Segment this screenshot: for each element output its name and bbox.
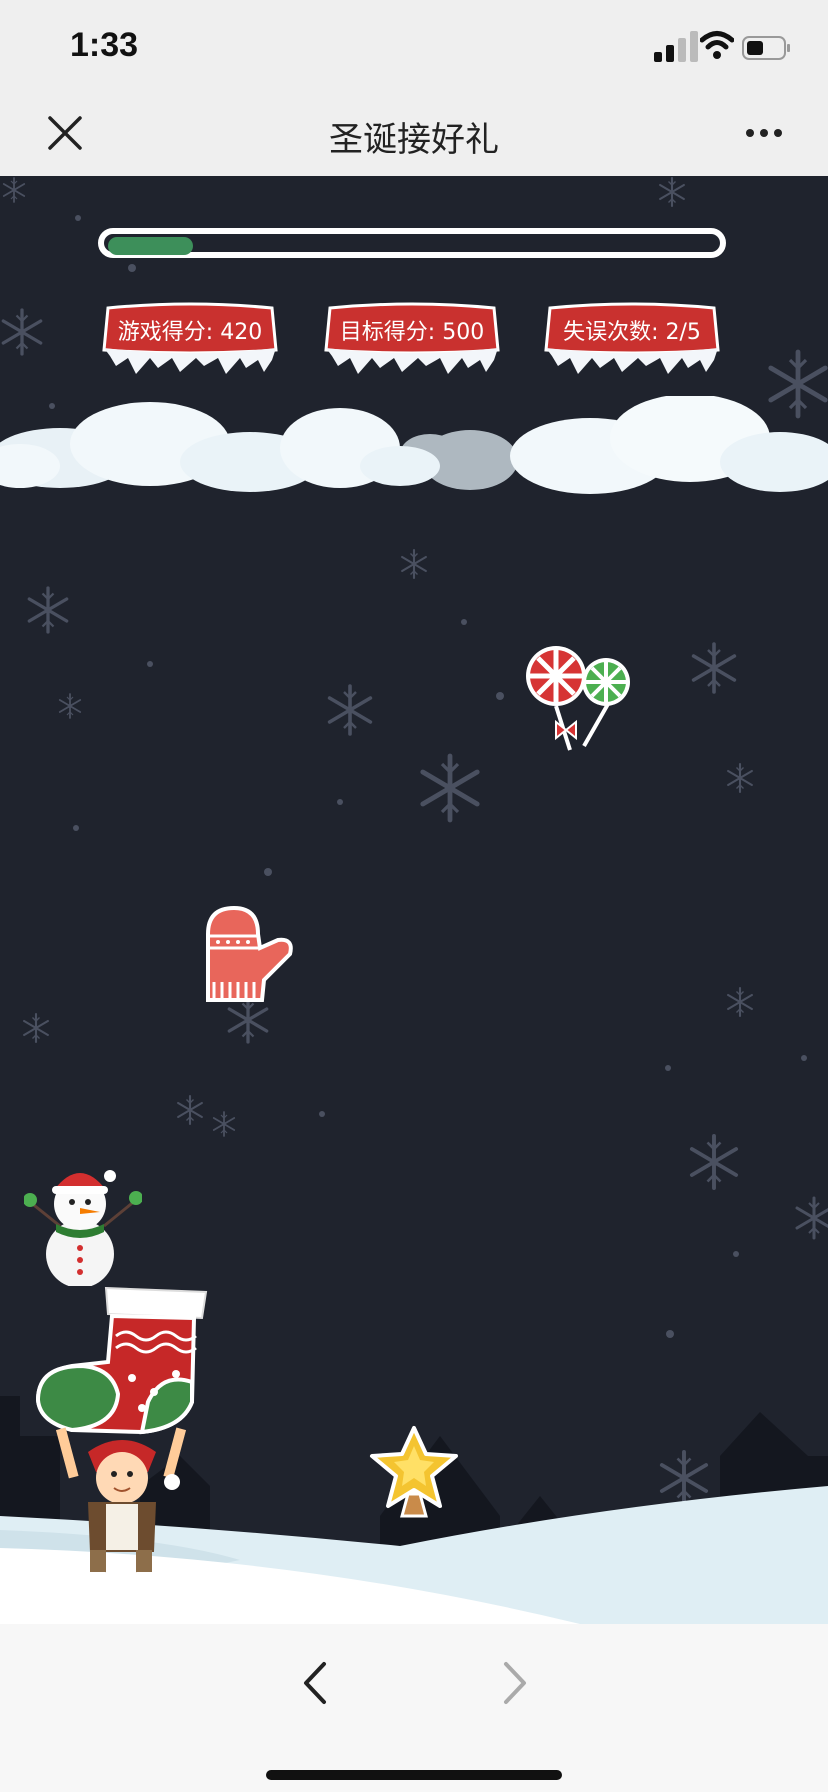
score-badge: 游戏得分: 420 [100, 302, 280, 376]
score-progress-bar [98, 228, 726, 258]
back-arrow-icon[interactable] [296, 1658, 336, 1708]
miss-label: 失误次数: 2/5 [563, 320, 701, 345]
wifi-icon [700, 31, 734, 59]
miss-badge: 失误次数: 2/5 [542, 302, 722, 376]
forward-arrow-icon[interactable] [494, 1658, 534, 1708]
nav-bar: 圣诞接好礼 [0, 96, 828, 176]
more-options-icon[interactable] [744, 118, 784, 148]
page-title: 圣诞接好礼 [329, 120, 499, 160]
star-item [370, 1426, 458, 1518]
score-label: 游戏得分: 420 [117, 320, 263, 345]
lollipops-item [526, 646, 630, 751]
status-bar: 1:33 [0, 0, 828, 96]
browser-toolbar [0, 1624, 828, 1792]
cloud-band [0, 396, 828, 494]
battery-icon [742, 36, 790, 60]
elf-player[interactable] [32, 1282, 216, 1582]
progress-fill [108, 237, 193, 255]
game-stage[interactable]: 游戏得分: 420 目标得分: 500 失误次数: 2/5 [0, 176, 828, 1624]
cellular-signal-icon [654, 31, 698, 62]
target-badge: 目标得分: 500 [322, 302, 502, 376]
status-time: 1:33 [70, 26, 139, 64]
snowman-decoration [24, 1170, 142, 1286]
mitten-item [206, 905, 293, 1002]
target-label: 目标得分: 500 [339, 320, 485, 345]
home-indicator [266, 1770, 562, 1780]
